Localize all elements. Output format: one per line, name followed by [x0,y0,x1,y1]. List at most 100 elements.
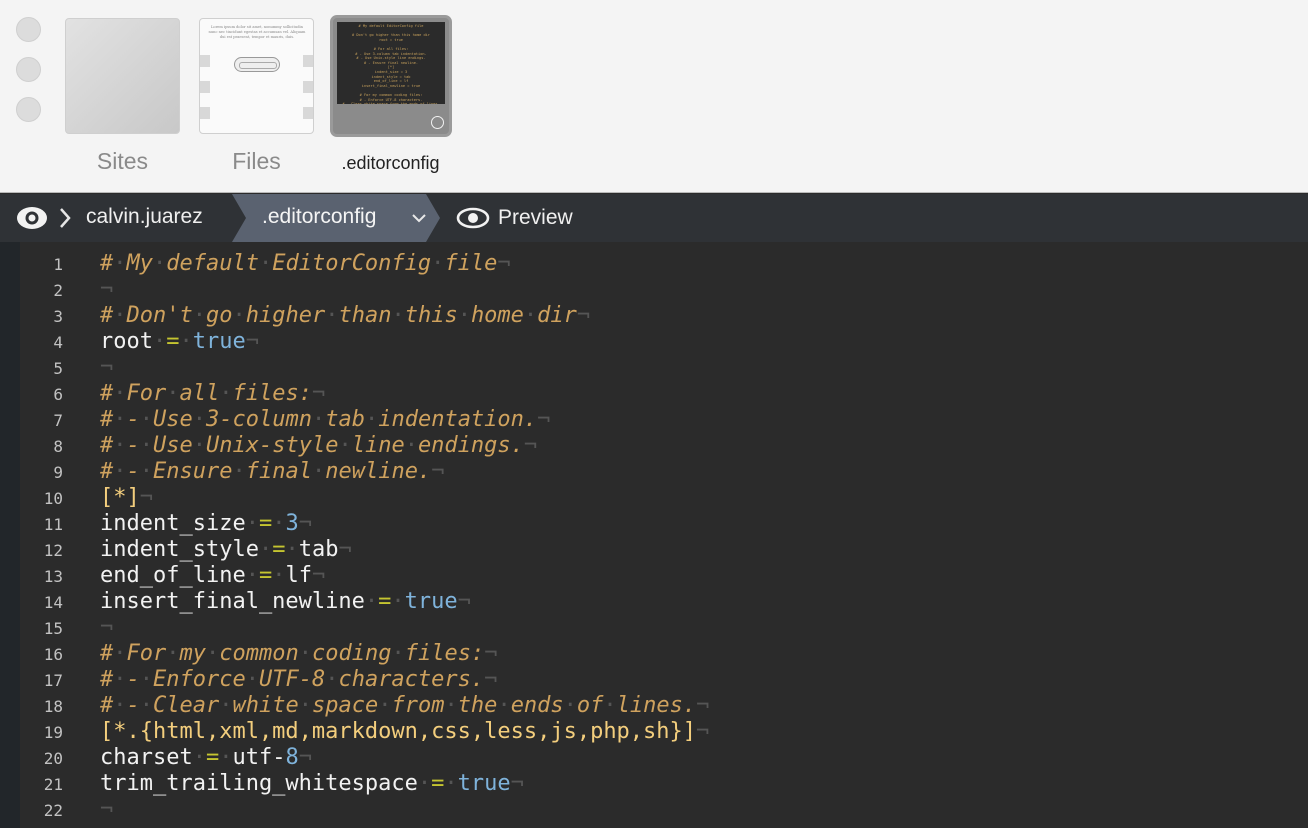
tab-strip: Sites Lorem ipsum dolor sit amet, nonumm… [0,0,1308,193]
line-number: 3 [53,307,63,326]
sites-thumbnail [65,18,180,134]
tab-label: Files [232,148,281,174]
line-number: 11 [43,515,63,534]
line-number: 18 [43,697,63,716]
minimize-button[interactable] [16,57,41,82]
code-text: #·-·Enforce·UTF-8·characters.¬ [100,667,498,692]
line-number: 21 [43,775,63,794]
line-number: 12 [43,541,63,560]
line-number: 10 [43,489,63,508]
close-tab-icon[interactable] [431,116,444,129]
line-number: 14 [43,593,63,612]
code-line[interactable]: 4 root·=·true¬ [0,329,1308,355]
code-text: #·Don't·go·higher·than·this·home·dir¬ [100,303,591,328]
preview-label: Preview [498,206,573,229]
line-number: 9 [53,463,63,482]
code-line[interactable]: 1 #·My·default·EditorConfig·file¬ [0,251,1308,277]
code-text: ¬ [100,615,114,640]
code-text: ¬ [100,277,114,302]
code-line[interactable]: 20 charset·=·utf-8¬ [0,745,1308,771]
code-line[interactable]: 12 indent_style·=·tab¬ [0,537,1308,563]
code-text: #·-·Use·3-column·tab·indentation.¬ [100,407,551,432]
code-text: trim_trailing_whitespace·=·true¬ [100,771,524,796]
code-text: [*.{html,xml,md,markdown,css,less,js,php… [100,719,710,744]
files-thumbnail: Lorem ipsum dolor sit amet, nonummy soll… [199,18,314,134]
chevron-down-icon[interactable] [410,209,428,227]
code-text: ¬ [100,797,114,822]
line-number: 5 [53,359,63,378]
code-line[interactable]: 16 #·For·my·common·coding·files:¬ [0,641,1308,667]
code-line[interactable]: 15 ¬ [0,615,1308,641]
breadcrumb-file[interactable]: .editorconfig [232,194,440,242]
code-text: ¬ [100,355,114,380]
code-line[interactable]: 3 #·Don't·go·higher·than·this·home·dir¬ [0,303,1308,329]
code-line[interactable]: 17 #·-·Enforce·UTF-8·characters.¬ [0,667,1308,693]
preview-button[interactable]: Preview [456,203,573,233]
zoom-button[interactable] [16,97,41,122]
code-text: root·=·true¬ [100,329,259,354]
line-number: 16 [43,645,63,664]
code-text: charset·=·utf-8¬ [100,745,312,770]
files-thumbnail-block [200,107,210,119]
preview-eye-icon [456,207,490,229]
breadcrumb-file-name: .editorconfig [262,205,377,228]
code-line[interactable]: 18 #·-·Clear·white·space·from·the·ends·of… [0,693,1308,719]
files-thumbnail-block [303,55,313,67]
code-text: #·For·my·common·coding·files:¬ [100,641,498,666]
code-text: #·For·all·files:¬ [100,381,326,406]
code-line[interactable]: 6 #·For·all·files:¬ [0,381,1308,407]
code-text: #·-·Ensure·final·newline.¬ [100,459,445,484]
files-thumbnail-search [234,57,280,72]
code-text: indent_size·=·3¬ [100,511,312,536]
line-number: 17 [43,671,63,690]
code-text: insert_final_newline·=·true¬ [100,589,471,614]
line-number: 4 [53,333,63,352]
line-number: 6 [53,385,63,404]
tab-editorconfig[interactable]: # My default EditorConfig file # Don't g… [330,15,455,173]
line-number: 7 [53,411,63,430]
code-line[interactable]: 5 ¬ [0,355,1308,381]
code-text: end_of_line·=·lf¬ [100,563,326,588]
code-line[interactable]: 7 #·-·Use·3-column·tab·indentation.¬ [0,407,1308,433]
code-line[interactable]: 19 [*.{html,xml,md,markdown,css,less,js,p… [0,719,1308,745]
line-number: 19 [43,723,63,742]
tab-label: .editorconfig [341,153,440,173]
line-number: 20 [43,749,63,768]
close-button[interactable] [16,17,41,42]
line-number: 1 [53,255,63,274]
code-line[interactable]: 11 indent_size·=·3¬ [0,511,1308,537]
files-thumbnail-block [303,107,313,119]
code-line[interactable]: 14 insert_final_newline·=·true¬ [0,589,1308,615]
line-number: 2 [53,281,63,300]
code-editor[interactable]: 1 #·My·default·EditorConfig·file¬ 2 ¬ 3 #·Don… [0,242,1308,828]
tab-label: Sites [96,148,149,174]
code-text: indent_style·=·tab¬ [100,537,352,562]
line-number: 22 [43,801,63,820]
code-text: [*]¬ [100,485,153,510]
code-line[interactable]: 22 ¬ [0,797,1308,823]
tab-sites[interactable]: Sites [65,18,180,174]
files-thumbnail-block [200,81,210,93]
code-text: #·My·default·EditorConfig·file¬ [100,251,511,276]
files-thumbnail-block [303,81,313,93]
code-line[interactable]: 9 #·-·Ensure·final·newline.¬ [0,459,1308,485]
code-line[interactable]: 10 [*]¬ [0,485,1308,511]
code-text: #·-·Use·Unix-style·line·endings.¬ [100,433,538,458]
line-number: 8 [53,437,63,456]
code-line[interactable]: 13 end_of_line·=·lf¬ [0,563,1308,589]
editorconfig-thumbnail-code: # My default EditorConfig file # Don't g… [337,22,445,104]
code-line[interactable]: 2 ¬ [0,277,1308,303]
files-thumbnail-text: Lorem ipsum dolor sit amet, nonummy soll… [208,25,306,39]
breadcrumb-user[interactable]: calvin.juarez [86,205,203,229]
code-line[interactable]: 8 #·-·Use·Unix-style·line·endings.¬ [0,433,1308,459]
code-lines: 1 #·My·default·EditorConfig·file¬ 2 ¬ 3 #·Don… [0,251,1308,823]
tab-files[interactable]: Lorem ipsum dolor sit amet, nonummy soll… [199,18,314,174]
eye-icon[interactable] [15,204,49,232]
editorconfig-thumbnail: # My default EditorConfig file # Don't g… [330,15,452,137]
line-number: 13 [43,567,63,586]
breadcrumb: calvin.juarez .editorconfig Preview [0,194,1308,242]
code-text: #·-·Clear·white·space·from·the·ends·of·l… [100,693,710,718]
line-number: 15 [43,619,63,638]
chevron-right-icon [60,208,71,228]
code-line[interactable]: 21 trim_trailing_whitespace·=·true¬ [0,771,1308,797]
